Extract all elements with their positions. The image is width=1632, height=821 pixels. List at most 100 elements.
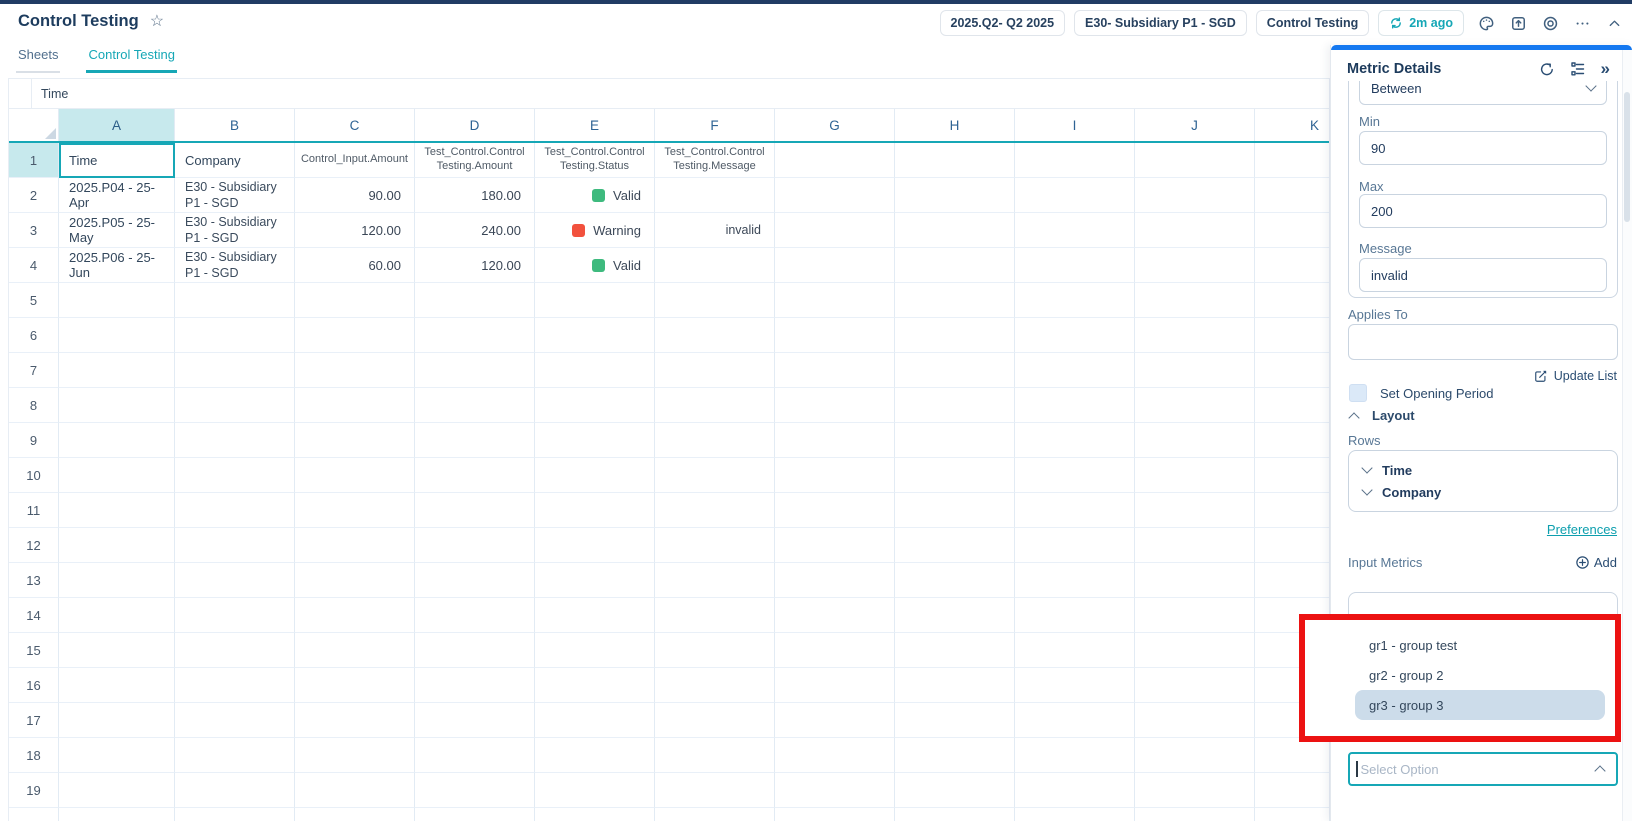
- sheet-cell[interactable]: [655, 703, 775, 738]
- sheet-cell[interactable]: [535, 563, 655, 598]
- outline-tree-icon[interactable]: [1570, 61, 1586, 77]
- sheet-cell[interactable]: [415, 388, 535, 423]
- refresh-button[interactable]: 2m ago: [1378, 10, 1464, 36]
- sheet-cell[interactable]: [59, 668, 175, 703]
- sheet-cell[interactable]: [775, 493, 895, 528]
- company-cell[interactable]: E30 - Subsidiary P1 - SGD: [175, 178, 295, 213]
- sheet-cell[interactable]: [295, 598, 415, 633]
- sheet-cell[interactable]: [59, 703, 175, 738]
- sheet-cell[interactable]: [59, 633, 175, 668]
- sheet-cell[interactable]: [895, 458, 1015, 493]
- applies-to-input[interactable]: [1348, 324, 1618, 360]
- sheet-cell[interactable]: [1135, 633, 1255, 668]
- sheet-cell[interactable]: [175, 528, 295, 563]
- tab-sheets[interactable]: Sheets: [16, 47, 60, 73]
- sheet-cell[interactable]: [295, 493, 415, 528]
- sheet-cell[interactable]: [415, 458, 535, 493]
- sheet-cell[interactable]: [775, 738, 895, 773]
- sheet-cell[interactable]: [895, 633, 1015, 668]
- sheet-cell[interactable]: [895, 493, 1015, 528]
- sheet-cell[interactable]: [415, 668, 535, 703]
- sheet-cell[interactable]: [175, 353, 295, 388]
- sheet-cell[interactable]: [1015, 423, 1135, 458]
- sheet-cell[interactable]: [1015, 598, 1135, 633]
- sheet-cell[interactable]: [295, 353, 415, 388]
- sheet-cell[interactable]: [1135, 668, 1255, 703]
- row-header[interactable]: 11: [9, 493, 59, 528]
- sheet-cell[interactable]: [775, 598, 895, 633]
- sheet-cell[interactable]: [175, 633, 295, 668]
- tab-control-testing[interactable]: Control Testing: [86, 47, 176, 73]
- sheet-cell[interactable]: [895, 248, 1015, 283]
- row-header[interactable]: 17: [9, 703, 59, 738]
- column-header-g[interactable]: G: [775, 109, 895, 141]
- add-metric-button[interactable]: Add: [1575, 555, 1617, 570]
- sheet-cell[interactable]: [59, 598, 175, 633]
- sheet-cell[interactable]: [535, 318, 655, 353]
- sheet-cell[interactable]: [59, 738, 175, 773]
- more-icon[interactable]: [1572, 13, 1592, 33]
- sheet-cell[interactable]: [175, 388, 295, 423]
- sheet-cell[interactable]: [1135, 528, 1255, 563]
- row-header[interactable]: 8: [9, 388, 59, 423]
- sheet-cell[interactable]: [895, 213, 1015, 248]
- sheet-cell[interactable]: [295, 563, 415, 598]
- sheet-cell[interactable]: [895, 598, 1015, 633]
- row-dim-time[interactable]: Time: [1349, 459, 1617, 481]
- sheet-cell[interactable]: [775, 633, 895, 668]
- sheet-cell[interactable]: [1015, 563, 1135, 598]
- status-cell[interactable]: Valid: [535, 248, 655, 283]
- sheet-cell[interactable]: [775, 248, 895, 283]
- sheet-cell[interactable]: [1015, 773, 1135, 808]
- row-header[interactable]: 13: [9, 563, 59, 598]
- sheet-cell[interactable]: [1255, 353, 1330, 388]
- sheet-cell-d1[interactable]: Test_Control.Control Testing.Amount: [415, 143, 535, 178]
- sheet-cell[interactable]: [415, 318, 535, 353]
- sheet-cell[interactable]: [59, 283, 175, 318]
- sheet-cell[interactable]: [775, 178, 895, 213]
- sheet-cell[interactable]: [1015, 528, 1135, 563]
- sheet-cell[interactable]: [415, 423, 535, 458]
- sheet-cell[interactable]: [1255, 493, 1330, 528]
- dropdown-option-gr3-highlighted[interactable]: gr3 - group 3: [1355, 690, 1605, 720]
- sheet-cell[interactable]: [1015, 318, 1135, 353]
- sheet-cell[interactable]: [415, 353, 535, 388]
- sheet-cell[interactable]: [415, 703, 535, 738]
- testing-amount-cell[interactable]: 180.00: [415, 178, 535, 213]
- panel-scrollbar[interactable]: [1622, 50, 1632, 821]
- sheet-cell[interactable]: [655, 633, 775, 668]
- select-option-input[interactable]: Select Option: [1348, 752, 1618, 786]
- sheet-cell[interactable]: [415, 283, 535, 318]
- column-header-a[interactable]: A: [59, 109, 175, 141]
- status-cell[interactable]: Warning: [535, 213, 655, 248]
- sheet-cell[interactable]: [1255, 563, 1330, 598]
- sheet-cell[interactable]: [1135, 738, 1255, 773]
- column-header-i[interactable]: I: [1015, 109, 1135, 141]
- sheet-cell[interactable]: [1255, 423, 1330, 458]
- row-header[interactable]: 7: [9, 353, 59, 388]
- sheet-cell[interactable]: [1135, 213, 1255, 248]
- sheet-cell[interactable]: [59, 353, 175, 388]
- sheet-cell[interactable]: [295, 668, 415, 703]
- sheet-cell[interactable]: [895, 773, 1015, 808]
- sheet-cell[interactable]: [775, 668, 895, 703]
- sheet-cell[interactable]: [59, 563, 175, 598]
- sheet-cell[interactable]: [415, 808, 535, 821]
- sheet-cell[interactable]: [1255, 773, 1330, 808]
- collapse-header-icon[interactable]: [1604, 13, 1624, 33]
- sheet-cell[interactable]: [175, 318, 295, 353]
- sheet-cell[interactable]: [655, 283, 775, 318]
- dropdown-option-gr2[interactable]: gr2 - group 2: [1355, 660, 1605, 690]
- operator-select[interactable]: Between: [1359, 81, 1607, 105]
- row-header[interactable]: 20: [9, 808, 59, 821]
- sheet-cell[interactable]: [175, 738, 295, 773]
- set-opening-period-checkbox[interactable]: [1349, 384, 1367, 402]
- sheet-cell[interactable]: [1255, 248, 1330, 283]
- export-icon[interactable]: [1508, 13, 1528, 33]
- row-header[interactable]: 14: [9, 598, 59, 633]
- sheet-cell[interactable]: [775, 353, 895, 388]
- sheet-cell[interactable]: [655, 388, 775, 423]
- sheet-cell[interactable]: [775, 458, 895, 493]
- sheet-cell[interactable]: [295, 633, 415, 668]
- column-header-f[interactable]: F: [655, 109, 775, 141]
